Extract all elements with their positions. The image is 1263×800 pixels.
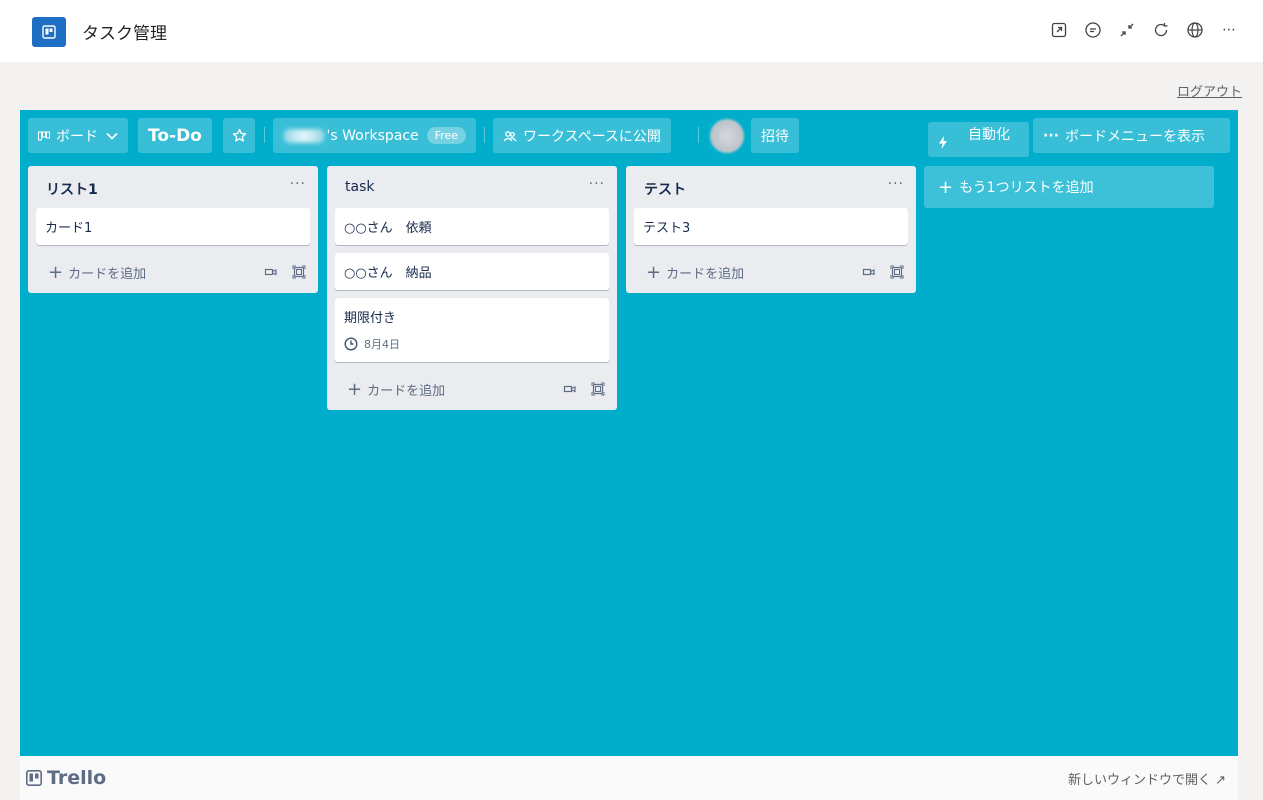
app-title: タスク管理: [82, 24, 167, 44]
card[interactable]: テスト3: [634, 208, 908, 245]
header-divider: [484, 127, 485, 143]
list-title[interactable]: リスト1: [46, 179, 98, 199]
plus-icon: +: [48, 261, 64, 283]
workspace-button[interactable]: 's Workspace Free: [273, 118, 476, 153]
board-menu-button[interactable]: ··· ボードメニューを表示: [1033, 118, 1230, 153]
more-icon[interactable]: ⋯: [1219, 20, 1239, 40]
chevron-down-icon: [106, 128, 118, 144]
list-menu-icon[interactable]: ···: [589, 176, 605, 192]
visibility-label: ワークスペースに公開: [523, 128, 661, 145]
header-divider: [698, 127, 699, 143]
open-new-window-link[interactable]: 新しいウィンドウで開く ↗: [1068, 769, 1226, 788]
board-menu-label: ボードメニューを表示: [1064, 128, 1205, 145]
avatar[interactable]: [710, 119, 744, 153]
footer: Trello 新しいウィンドウで開く ↗: [20, 756, 1238, 800]
plus-icon: +: [646, 261, 662, 283]
logout-link[interactable]: ログアウト: [1177, 81, 1242, 100]
workspace-name: 's Workspace: [326, 127, 419, 144]
star-icon: [232, 128, 246, 142]
card[interactable]: ○○さん 依頼: [335, 208, 609, 245]
video-icon[interactable]: [563, 382, 577, 396]
video-icon[interactable]: [862, 265, 876, 279]
board-header: ボード To-Do 's Workspace Free ワークスペースに公開 招…: [20, 110, 1238, 160]
app-header: タスク管理 ⋯: [0, 0, 1263, 62]
star-button[interactable]: [223, 118, 255, 153]
template-icon[interactable]: [292, 265, 306, 279]
clock-icon: [344, 337, 358, 351]
board-view-switcher[interactable]: ボード: [28, 118, 128, 153]
plus-icon: +: [347, 378, 363, 400]
add-card-label: カードを追加: [68, 267, 147, 282]
workspace-owner-redacted: [283, 128, 325, 143]
due-date-badge[interactable]: 8月4日: [344, 336, 600, 352]
more-icon: ···: [1043, 127, 1059, 144]
card-title: 期限付き: [344, 311, 397, 326]
card[interactable]: カード1: [36, 208, 310, 245]
add-card-button[interactable]: + カードを追加: [646, 263, 744, 282]
board-title[interactable]: To-Do: [138, 118, 212, 153]
collapse-icon[interactable]: [1117, 20, 1137, 40]
add-card-label: カードを追加: [367, 384, 446, 399]
video-icon[interactable]: [264, 265, 278, 279]
automation-label: 自動化: [968, 127, 1010, 143]
add-card-button[interactable]: + カードを追加: [347, 380, 445, 399]
header-divider: [264, 127, 265, 143]
add-card-button[interactable]: + カードを追加: [48, 263, 146, 282]
due-date: 8月4日: [364, 338, 400, 351]
template-icon[interactable]: [591, 382, 605, 396]
globe-icon[interactable]: [1185, 20, 1205, 40]
card[interactable]: 期限付き 8月4日: [335, 298, 609, 362]
team-icon: [503, 129, 517, 143]
card[interactable]: ○○さん 納品: [335, 253, 609, 290]
visibility-button[interactable]: ワークスペースに公開: [493, 118, 671, 153]
refresh-icon[interactable]: [1151, 20, 1171, 40]
plan-badge: Free: [426, 127, 466, 144]
list: リスト1 ··· カード1 + カードを追加: [28, 166, 318, 293]
trello-icon: [26, 770, 42, 786]
list-menu-icon[interactable]: ···: [290, 176, 306, 192]
board: ボード To-Do 's Workspace Free ワークスペースに公開 招…: [20, 110, 1238, 756]
list: task ··· ○○さん 依頼 ○○さん 納品 期限付き 8月4日 + カード…: [327, 166, 617, 410]
invite-button[interactable]: 招待: [751, 118, 799, 153]
add-card-label: カードを追加: [666, 267, 745, 282]
list-title[interactable]: テスト: [644, 179, 686, 199]
trello-brand: Trello: [47, 767, 107, 789]
lightning-icon: [938, 136, 948, 149]
trello-logo: Trello: [26, 767, 106, 789]
board-view-label: ボード: [56, 128, 98, 145]
trello-app-icon: [32, 17, 66, 47]
automation-button[interactable]: 自動化: [928, 122, 1029, 157]
chat-icon[interactable]: [1083, 20, 1103, 40]
template-icon[interactable]: [890, 265, 904, 279]
list-title[interactable]: task: [345, 179, 374, 195]
plus-icon: +: [938, 176, 954, 198]
list-menu-icon[interactable]: ···: [888, 176, 904, 192]
popout-icon[interactable]: [1049, 20, 1069, 40]
add-list-label: もう1つリストを追加: [959, 180, 1094, 196]
list: テスト ··· テスト3 + カードを追加: [626, 166, 916, 293]
board-view-icon: [38, 131, 50, 141]
add-list-button[interactable]: + もう1つリストを追加: [924, 166, 1214, 208]
